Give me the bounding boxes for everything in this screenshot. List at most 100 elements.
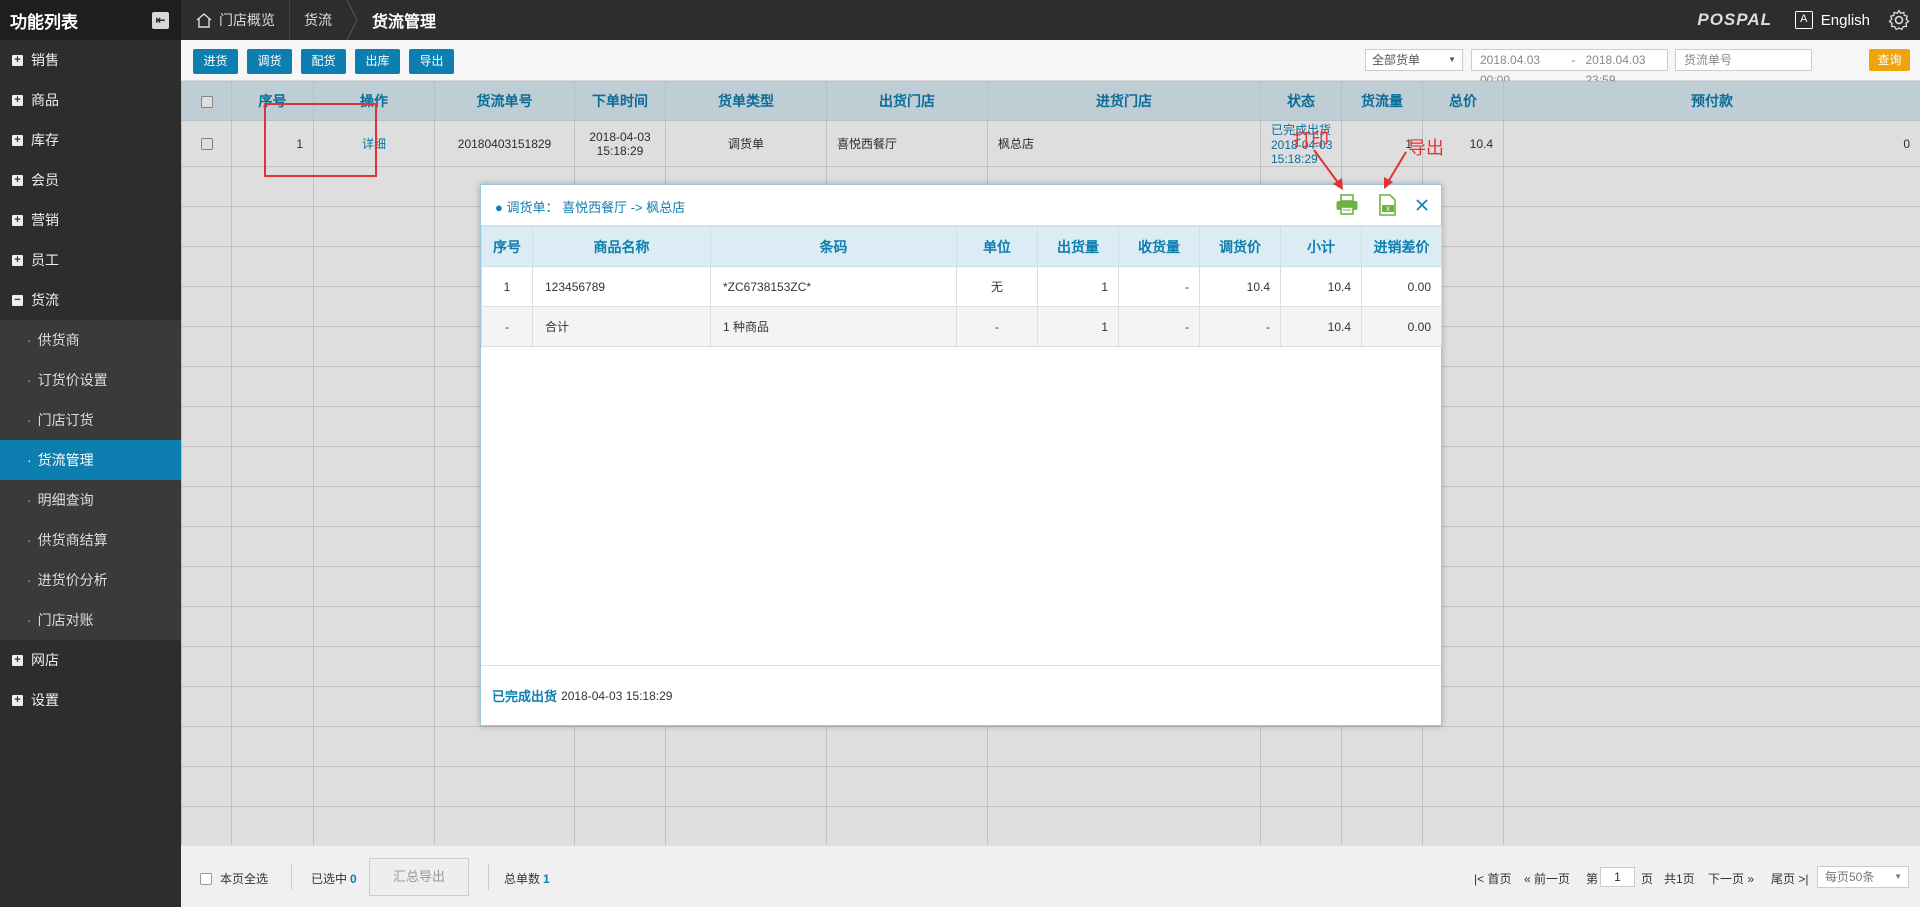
next-page-icon: » xyxy=(1744,872,1755,886)
expand-plus-icon: + xyxy=(12,94,23,106)
sidebar-sub-list: · 供货商 · 订货价设置 · 门店订货 · 货流管理 · 明细查询 · 供货商结算 · 进货… xyxy=(0,320,181,640)
cell-price: 10.4 xyxy=(1199,266,1281,307)
purchase-button[interactable]: 进货 xyxy=(193,49,238,74)
date-separator: - xyxy=(1571,53,1576,67)
cell-seq: - xyxy=(481,306,533,347)
sidebar-item-sales[interactable]: + 销售 xyxy=(0,40,181,80)
sidebar-item-products[interactable]: + 商品 xyxy=(0,80,181,120)
modal-title-route: 喜悦西餐厅 -> 枫总店 xyxy=(562,200,686,215)
last-page-icon: >| xyxy=(1795,872,1809,886)
divider xyxy=(488,864,489,890)
column-header: 商品名称 xyxy=(532,226,711,267)
sidebar-subitem-supplier-settle[interactable]: · 供货商结算 xyxy=(0,520,181,560)
sidebar-item-settings[interactable]: + 设置 xyxy=(0,680,181,720)
sidebar-item-marketing[interactable]: + 营销 xyxy=(0,200,181,240)
sidebar-item-label: 会员 xyxy=(31,172,59,188)
select-value: 全部货单 xyxy=(1372,53,1421,67)
column-header: 出货量 xyxy=(1037,226,1119,267)
order-no-search-input[interactable]: 货流单号 xyxy=(1675,49,1812,71)
cell-recv-qty: - xyxy=(1118,306,1200,347)
topbar: 门店概览 货流 货流管理 POSPAL A English xyxy=(181,0,1920,40)
column-header: 条码 xyxy=(710,226,957,267)
sidebar-subitem-label: 供货商结算 xyxy=(37,532,108,548)
modal-footer: 已完成出货 2018-04-03 15:18:29 xyxy=(481,665,1441,725)
expand-plus-icon: + xyxy=(12,254,23,266)
sidebar-item-members[interactable]: + 会员 xyxy=(0,160,181,200)
sidebar-item-webstore[interactable]: + 网店 xyxy=(0,640,181,680)
transfer-button[interactable]: 调货 xyxy=(247,49,292,74)
column-header: 单位 xyxy=(956,226,1038,267)
next-page-link[interactable]: 下一页 » xyxy=(1708,870,1754,887)
cell-diff: 0.00 xyxy=(1361,266,1442,307)
query-button[interactable]: 查询 xyxy=(1869,49,1910,71)
cell-unit: - xyxy=(956,306,1038,347)
expand-plus-icon: + xyxy=(12,214,23,226)
column-header: 序号 xyxy=(481,226,533,267)
first-page-link[interactable]: |< 首页 xyxy=(1474,870,1511,887)
annotation-arrow-export-icon xyxy=(1384,151,1407,189)
export-button[interactable]: 导出 xyxy=(409,49,454,74)
summary-export-button[interactable]: 汇总导出 xyxy=(369,858,469,896)
page-size-value: 每页50条 xyxy=(1825,870,1875,884)
sidebar-subitem-detail-query[interactable]: · 明细查询 xyxy=(0,480,181,520)
sidebar: 功能列表 ⇤ + 销售 + 商品 + 库存 + 会员 + 营销 + 员工 − 货流 · 供货商 … xyxy=(0,0,181,907)
order-type-select[interactable]: 全部货单 ▼ xyxy=(1365,49,1463,71)
collapse-left-icon[interactable]: ⇤ xyxy=(152,11,169,29)
sidebar-subitem-price-analysis[interactable]: · 进货价分析 xyxy=(0,560,181,600)
excel-export-icon[interactable]: X xyxy=(1377,194,1397,216)
breadcrumb-home[interactable]: 门店概览 xyxy=(181,0,289,40)
summary-row: - 合计 1 种商品 - 1 - - 10.4 0.00 xyxy=(481,306,1442,347)
table-row: 1 123456789 *ZC6738153ZC* 无 1 - 10.4 10.… xyxy=(481,266,1442,307)
close-icon[interactable] xyxy=(1415,198,1429,212)
modal-items-table: 序号 商品名称 条码 单位 出货量 收货量 调货价 小计 进销差价 1 1234 xyxy=(481,226,1442,347)
page-size-select[interactable]: 每页50条 ▼ xyxy=(1817,866,1909,888)
sidebar-item-label: 营销 xyxy=(31,212,59,228)
breadcrumb-label: 货流 xyxy=(304,12,332,28)
sidebar-subitem-label: 明细查询 xyxy=(37,492,94,508)
selected-count-value: 0 xyxy=(350,871,357,886)
cell-unit: 无 xyxy=(956,266,1038,307)
toolbar: 进货 调货 配货 出库 导出 全部货单 ▼ 2018.04.03 00:00 -… xyxy=(181,40,1920,87)
column-header: 进销差价 xyxy=(1361,226,1442,267)
modal-title: ● 调货单： 喜悦西餐厅 -> 枫总店 xyxy=(495,197,685,216)
sidebar-item-logistics[interactable]: − 货流 xyxy=(0,280,181,320)
sidebar-subitem-store-reconcile[interactable]: · 门店对账 xyxy=(0,600,181,640)
checkbox[interactable] xyxy=(200,872,212,885)
total-orders-value: 1 xyxy=(543,871,550,886)
chevron-down-icon: ▼ xyxy=(1448,55,1456,64)
modal-status: 已完成出货 xyxy=(492,689,558,704)
collapse-minus-icon: − xyxy=(12,294,23,306)
select-all-page[interactable]: 本页全选 xyxy=(200,870,268,887)
cell-subtotal: 10.4 xyxy=(1280,266,1362,307)
pagination-footer: 本页全选 已选中 0 汇总导出 总单数 1 |< 首页 « 前一页 第 1 页 … xyxy=(181,845,1920,907)
sidebar-item-inventory[interactable]: + 库存 xyxy=(0,120,181,160)
sidebar-item-label: 网店 xyxy=(31,652,59,668)
sidebar-subitem-order-price[interactable]: · 订货价设置 xyxy=(0,360,181,400)
outbound-button[interactable]: 出库 xyxy=(355,49,400,74)
sidebar-item-label: 销售 xyxy=(31,52,59,68)
date-start: 2018.04.03 00:00 xyxy=(1480,53,1541,87)
prev-page-link[interactable]: « 前一页 xyxy=(1524,870,1570,887)
sidebar-subitem-store-order[interactable]: · 门店订货 xyxy=(0,400,181,440)
sidebar-item-staff[interactable]: + 员工 xyxy=(0,240,181,280)
select-all-label: 本页全选 xyxy=(220,872,269,886)
date-range-input[interactable]: 2018.04.03 00:00 - 2018.04.03 23:59 xyxy=(1471,49,1668,87)
page-number-input[interactable]: 1 xyxy=(1600,867,1635,887)
breadcrumb-logistics[interactable]: 货流 xyxy=(290,0,346,40)
last-page-link[interactable]: 尾页 >| xyxy=(1771,870,1808,887)
cell-name: 123456789 xyxy=(532,266,711,307)
sidebar-subitem-label: 订货价设置 xyxy=(37,372,108,388)
sidebar-subitem-logistics-mgmt[interactable]: · 货流管理 xyxy=(0,440,181,480)
sidebar-subitem-suppliers[interactable]: · 供货商 xyxy=(0,320,181,360)
distribute-button[interactable]: 配货 xyxy=(301,49,346,74)
printer-icon[interactable] xyxy=(1335,194,1359,216)
gear-icon[interactable] xyxy=(1888,9,1910,31)
cell-out-qty: 1 xyxy=(1037,306,1119,347)
chevron-down-icon: ▼ xyxy=(1894,872,1902,881)
home-icon xyxy=(196,12,212,28)
language-switch[interactable]: A English xyxy=(1794,0,1870,40)
annotation-arrow-print-icon xyxy=(1313,149,1343,190)
sidebar-subitem-label: 进货价分析 xyxy=(37,572,108,588)
transfer-detail-modal: ● 调货单： 喜悦西餐厅 -> 枫总店 X 序号 商品名称 条码 单位 出货量 … xyxy=(480,184,1442,726)
sidebar-subitem-label: 供货商 xyxy=(37,332,80,348)
